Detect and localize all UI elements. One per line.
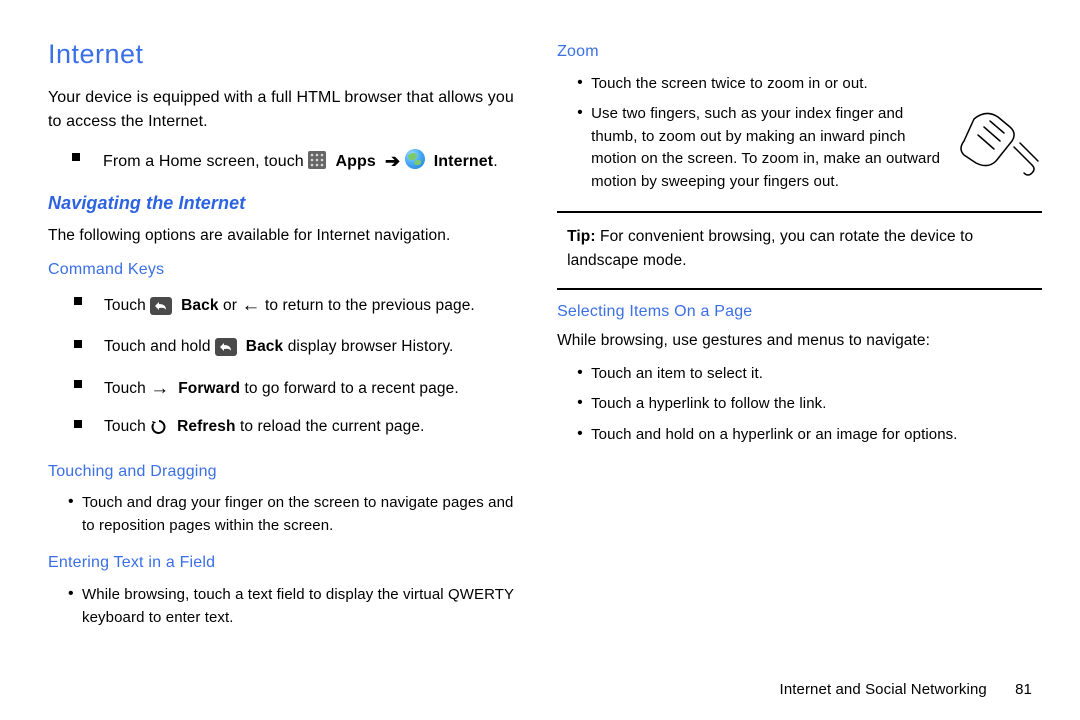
navigating-heading: Navigating the Internet [48,190,521,218]
command-keys-list: Touch Back or ← to return to the previou… [48,286,521,449]
back-label: Back [177,297,219,314]
globe-icon [405,149,425,169]
list-item: Touch an item to select it. [577,359,1042,390]
zoom-heading: Zoom [557,40,1042,65]
selecting-intro: While browsing, use gestures and menus t… [557,329,1042,353]
list-item: While browsing, touch a text field to di… [68,580,521,633]
tip-text: For convenient browsing, you can rotate … [567,228,973,268]
touch-drag-list: Touch and drag your finger on the screen… [48,488,521,541]
back-curved-arrow-icon [150,297,172,322]
intro-text: Your device is equipped with a full HTML… [48,86,521,134]
text: or [223,297,241,314]
page-number: 81 [1015,681,1032,698]
list-item: Touch and hold on a hyperlink or an imag… [577,420,1042,451]
list-item: Touch → Forward to go forward to a recen… [74,369,521,410]
page-title: Internet [48,34,521,76]
tip-box: Tip: For convenient browsing, you can ro… [557,223,1042,274]
text: Touch [104,297,150,314]
divider [557,288,1042,290]
command-keys-heading: Command Keys [48,258,521,283]
entering-text-list: While browsing, touch a text field to di… [48,580,521,633]
list-item: Touch Refresh to reload the current page… [74,409,521,449]
refresh-label: Refresh [173,418,236,435]
internet-label: Internet [429,153,493,170]
navigating-intro: The following options are available for … [48,224,521,248]
list-item: Touch Back or ← to return to the previou… [74,286,521,328]
instruction-prefix: From a Home screen, touch [103,153,308,170]
footer-section-label: Internet and Social Networking [780,681,987,698]
text: Touching and Dragging [48,463,217,480]
forward-arrow-icon: → [150,375,169,404]
text: display browser History. [288,338,454,355]
zoom-list: Touch the screen twice to zoom in or out… [557,69,1042,198]
back-label: Back [241,338,283,355]
text: Touch [104,380,150,397]
list-item: Use two fingers, such as your index fing… [577,99,1042,197]
apps-label: Apps [331,153,381,170]
entering-text-heading: Entering Text in a Field [48,551,521,576]
text: Touch and hold [104,338,215,355]
touching-dragging-heading: Touching and Dragging [48,460,521,485]
text: Use two fingers, such as your index fing… [591,105,940,190]
list-item: Touch and drag your finger on the screen… [68,488,521,541]
list-item: Touch a hyperlink to follow the link. [577,389,1042,420]
divider [557,211,1042,213]
text: to go forward to a recent page. [245,380,459,397]
home-screen-instruction: From a Home screen, touch Apps ➔ Intern [48,148,521,176]
right-column: Zoom Touch the screen twice to zoom in o… [557,34,1042,637]
arrow-right-icon: ➔ [385,148,400,176]
manual-page: Internet Your device is equipped with a … [0,0,1080,720]
left-column: Internet Your device is equipped with a … [48,34,521,637]
list-item: Touch and hold Back display browser Hist… [74,329,521,369]
back-curved-arrow-icon [215,338,237,363]
text: to reload the current page. [240,418,425,435]
tip-label: Tip: [567,228,596,245]
text: to return to the previous page. [265,297,475,314]
selecting-list: Touch an item to select it. Touch a hype… [557,359,1042,451]
text: Touch [104,418,150,435]
two-column-layout: Internet Your device is equipped with a … [48,34,1042,637]
refresh-icon [150,418,168,443]
left-arrow-icon: ← [241,292,260,321]
apps-grid-icon [308,151,326,169]
square-bullet-icon [72,153,80,161]
forward-label: Forward [174,380,240,397]
list-item: Touch the screen twice to zoom in or out… [577,69,1042,100]
pinch-gesture-icon [954,107,1042,179]
selecting-items-heading: Selecting Items On a Page [557,300,1042,325]
page-footer: Internet and Social Networking 81 [780,681,1032,698]
